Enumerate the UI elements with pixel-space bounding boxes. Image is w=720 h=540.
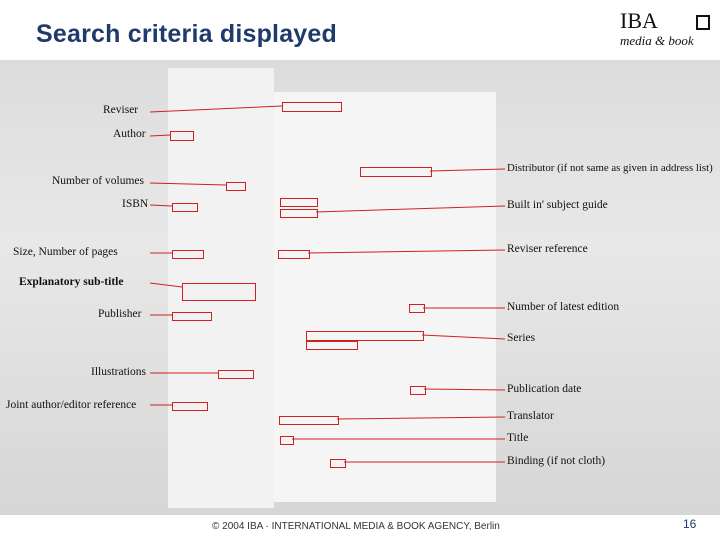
highlight-subject-1: [280, 198, 318, 207]
highlight-reviser: [282, 102, 342, 112]
highlight-publisher: [172, 312, 212, 321]
highlight-subject-2: [280, 209, 318, 218]
highlight-binding: [330, 459, 346, 468]
copyright-text: © 2004 IBA · INTERNATIONAL MEDIA & BOOK …: [212, 521, 500, 532]
highlight-joint-author: [172, 402, 208, 411]
brand-logo: IBA media & book: [620, 8, 716, 48]
brand-tagline: media & book: [620, 33, 694, 48]
highlight-title: [280, 436, 294, 445]
label-subject-guide: Built in' subject guide: [507, 199, 608, 211]
checkbox-icon: [696, 15, 710, 30]
label-size-pages: Size, Number of pages: [13, 246, 118, 258]
label-title: Title: [507, 432, 529, 444]
label-joint-author: Joint author/editor reference: [6, 399, 137, 411]
highlight-reviser-ref: [278, 250, 310, 259]
label-translator: Translator: [507, 410, 554, 422]
label-explanatory-subtitle: Explanatory sub-title: [19, 276, 124, 288]
label-publisher: Publisher: [98, 308, 142, 320]
highlight-volumes: [226, 182, 246, 191]
highlight-series-1: [306, 331, 424, 341]
highlight-subtitle: [182, 283, 256, 301]
label-latest-edition: Number of latest edition: [507, 301, 620, 313]
label-series: Series: [507, 332, 536, 344]
label-isbn: ISBN: [122, 198, 149, 210]
highlight-distributor: [360, 167, 432, 177]
highlight-series-2: [306, 341, 358, 350]
catalogue-column-right: [274, 92, 496, 502]
highlight-author: [170, 131, 194, 141]
label-illustrations: Illustrations: [91, 366, 146, 378]
label-reviser-reference: Reviser reference: [507, 243, 588, 255]
highlight-translator: [279, 416, 339, 425]
highlight-size: [172, 250, 204, 259]
highlight-isbn: [172, 203, 198, 212]
highlight-pubdate: [410, 386, 426, 395]
label-number-of-volumes: Number of volumes: [52, 175, 144, 187]
highlight-illustrations: [218, 370, 254, 379]
label-distributor: Distributor (if not same as given in add…: [507, 162, 713, 174]
page-number: 16: [683, 517, 697, 531]
label-binding: Binding (if not cloth): [507, 455, 606, 467]
label-author: Author: [113, 128, 146, 140]
label-reviser: Reviser: [103, 104, 139, 116]
label-publication-date: Publication date: [507, 383, 582, 395]
highlight-latest-edition: [409, 304, 425, 313]
slide-title: Search criteria displayed: [36, 20, 337, 48]
